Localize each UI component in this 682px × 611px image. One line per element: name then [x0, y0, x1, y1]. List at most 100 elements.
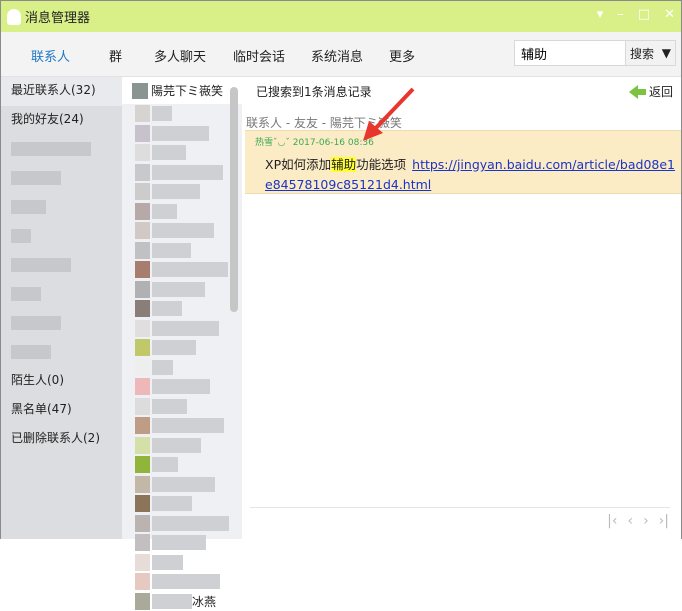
tab-temp-session[interactable]: 临时会话	[233, 46, 285, 65]
contact-item[interactable]	[122, 553, 242, 573]
avatar	[135, 164, 150, 181]
contact-item[interactable]	[122, 202, 242, 222]
contact-item[interactable]	[122, 475, 242, 495]
group-blurred[interactable]	[1, 135, 122, 164]
contact-item[interactable]	[122, 572, 242, 592]
breadcrumb: 联系人 - 友友 - 陽芫下ミ嶶笑	[246, 114, 402, 131]
blurred-name	[152, 457, 178, 472]
contact-item[interactable]: 冰燕	[122, 592, 242, 611]
contact-name: 冰燕	[192, 593, 216, 610]
group-blurred[interactable]	[1, 222, 122, 251]
group-blurred[interactable]	[1, 338, 122, 367]
contact-item[interactable]	[122, 436, 242, 456]
group-blurred[interactable]	[1, 193, 122, 222]
contact-item[interactable]	[122, 104, 242, 124]
group-strangers[interactable]: 陌生人(0)	[1, 367, 122, 396]
contact-item[interactable]	[122, 533, 242, 553]
first-page-button[interactable]: |‹	[607, 513, 617, 529]
group-recent[interactable]: 最近联系人(32)	[1, 77, 122, 106]
avatar	[135, 573, 150, 590]
close-button[interactable]: ✕	[664, 7, 675, 22]
contact-item[interactable]	[122, 260, 242, 280]
back-label: 返回	[649, 83, 673, 100]
last-page-button[interactable]: ›|	[659, 513, 669, 529]
back-button[interactable]: 返回	[629, 83, 673, 100]
scrollbar[interactable]	[230, 87, 238, 312]
sender: 热雪ˇ◡ˇ	[255, 138, 290, 148]
message-text: XP如何添加辅助功能选项https://jingyan.baidu.com/ar…	[265, 155, 680, 195]
blurred-name	[152, 282, 205, 297]
contact-selected[interactable]: 陽芫下ミ嶶笑	[122, 77, 242, 104]
contact-item[interactable]	[122, 416, 242, 436]
blurred-name	[152, 594, 192, 609]
search-box: 搜索▼	[514, 40, 676, 66]
timestamp: 2017-06-16 08:	[293, 138, 363, 148]
tab-contacts[interactable]: 联系人	[31, 46, 70, 65]
contact-item[interactable]	[122, 494, 242, 514]
blurred-name	[152, 204, 177, 219]
avatar	[135, 203, 150, 220]
avatar	[135, 261, 150, 278]
group-blacklist[interactable]: 黑名单(47)	[1, 396, 122, 425]
group-blurred[interactable]	[1, 164, 122, 193]
contact-item[interactable]	[122, 299, 242, 319]
pager: |‹ ‹ › ›|	[607, 513, 669, 529]
tab-system-messages[interactable]: 系统消息	[311, 46, 363, 65]
maximize-button[interactable]: □	[638, 7, 650, 22]
tab-multi-chat[interactable]: 多人聊天	[154, 46, 206, 65]
group-friends[interactable]: 我的好友(24)	[1, 106, 122, 135]
divider	[250, 507, 670, 508]
contact-item[interactable]	[122, 377, 242, 397]
tab-bar: 联系人 群 多人聊天 临时会话 系统消息 更多 搜索▼	[1, 32, 681, 77]
search-button[interactable]: 搜索▼	[625, 41, 675, 65]
avatar	[135, 105, 150, 122]
contact-name: 陽芫下ミ嶶笑	[151, 82, 223, 99]
blurred-name	[152, 126, 209, 141]
blurred-name	[152, 262, 228, 277]
avatar	[135, 183, 150, 200]
avatar	[135, 125, 150, 142]
minimize-button[interactable]: –	[617, 7, 624, 22]
avatar	[135, 144, 150, 161]
group-blurred[interactable]	[1, 251, 122, 280]
blurred-name	[152, 243, 191, 258]
contact-item[interactable]	[122, 338, 242, 358]
back-arrow-icon	[629, 85, 638, 99]
message-record[interactable]: 热雪ˇ◡ˇ 2017-06-16 08:36 XP如何添加辅助功能选项https…	[245, 130, 681, 194]
blurred-name	[152, 340, 196, 355]
tab-groups[interactable]: 群	[109, 46, 122, 65]
blurred-name	[152, 106, 172, 121]
search-input[interactable]	[515, 41, 625, 65]
blurred-name	[152, 438, 201, 453]
avatar	[135, 242, 150, 259]
blurred-name	[152, 184, 200, 199]
title-bar: 消息管理器 ▾ – □ ✕	[1, 1, 681, 32]
contact-item[interactable]	[122, 280, 242, 300]
contact-item[interactable]	[122, 241, 242, 261]
chevron-down-icon[interactable]: ▼	[662, 46, 671, 60]
avatar	[135, 339, 150, 356]
contact-item[interactable]	[122, 143, 242, 163]
contact-item[interactable]	[122, 221, 242, 241]
contact-item[interactable]	[122, 397, 242, 417]
prev-page-button[interactable]: ‹	[627, 513, 633, 529]
contact-item[interactable]	[122, 319, 242, 339]
group-blurred[interactable]	[1, 280, 122, 309]
group-blurred[interactable]	[1, 309, 122, 338]
contact-item[interactable]	[122, 124, 242, 144]
contact-item[interactable]	[122, 163, 242, 183]
contact-item[interactable]	[122, 455, 242, 475]
avatar	[135, 359, 150, 376]
avatar	[135, 222, 150, 239]
menu-dropdown-icon[interactable]: ▾	[597, 7, 604, 22]
contact-item[interactable]	[122, 358, 242, 378]
next-page-button[interactable]: ›	[643, 513, 649, 529]
qq-logo-icon	[7, 9, 21, 25]
contact-item[interactable]	[122, 182, 242, 202]
highlight: 辅助	[331, 157, 356, 172]
avatar	[135, 398, 150, 415]
contact-item[interactable]	[122, 514, 242, 534]
tab-more[interactable]: 更多	[389, 46, 415, 65]
blurred-name	[152, 360, 173, 375]
group-deleted[interactable]: 已删除联系人(2)	[1, 425, 122, 454]
